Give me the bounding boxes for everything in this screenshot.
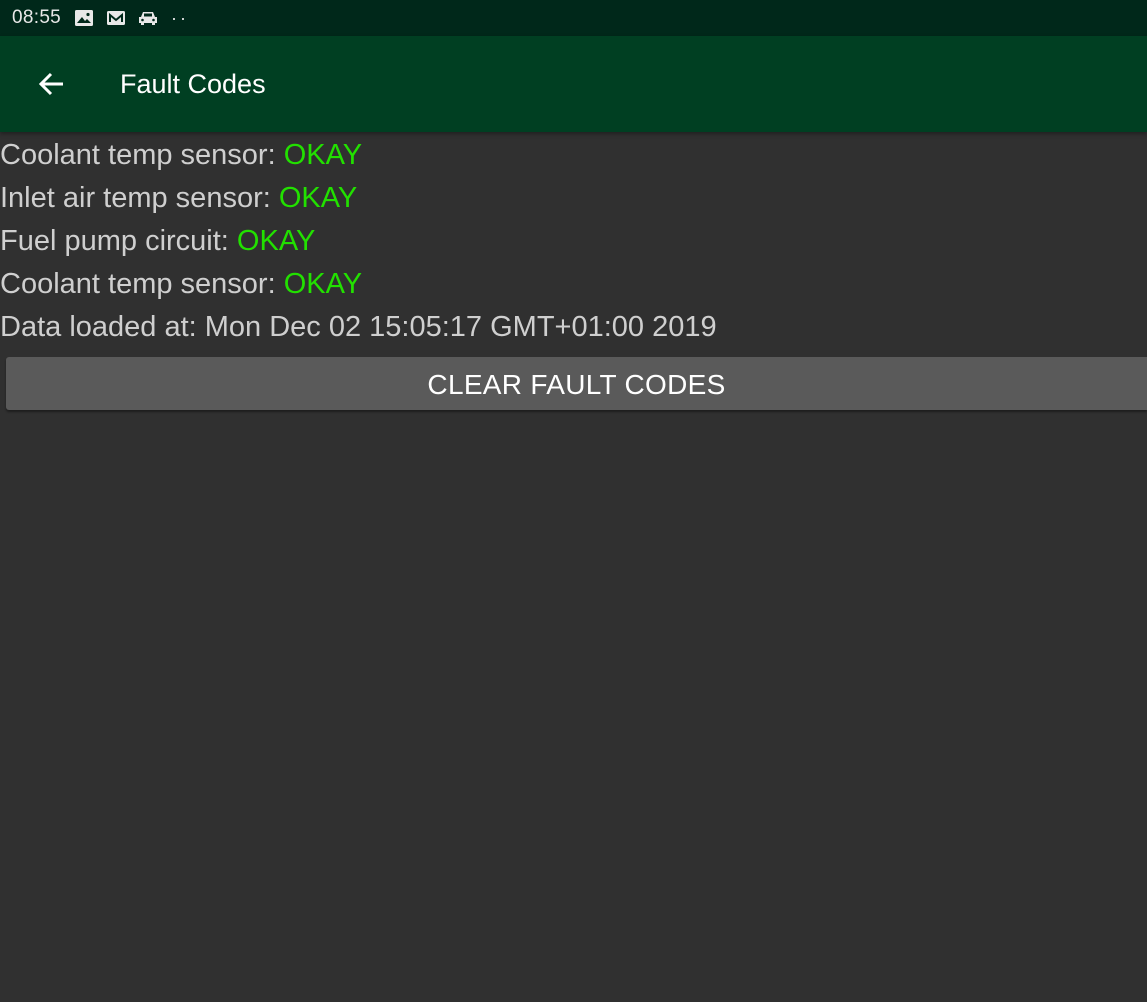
mail-icon <box>105 8 127 28</box>
more-notifications-icon: ·· <box>171 7 190 28</box>
image-icon <box>73 8 95 28</box>
car-icon <box>137 8 159 28</box>
app-bar: Fault Codes <box>0 36 1147 132</box>
fault-label: Fuel pump circuit: <box>0 225 237 257</box>
back-button[interactable] <box>30 64 74 104</box>
fault-label: Inlet air temp sensor: <box>0 182 279 214</box>
fault-label: Coolant temp sensor: <box>0 139 284 171</box>
fault-row: Coolant temp sensor: OKAY <box>0 134 1147 177</box>
clear-fault-codes-button[interactable]: CLEAR FAULT CODES <box>6 357 1147 410</box>
fault-row: Fuel pump circuit: OKAY <box>0 220 1147 263</box>
status-bar: 08:55 ·· <box>0 0 1147 36</box>
fault-row: Inlet air temp sensor: OKAY <box>0 177 1147 220</box>
fault-status: OKAY <box>283 268 363 300</box>
fault-label: Coolant temp sensor: <box>0 268 284 300</box>
fault-row: Coolant temp sensor: OKAY <box>0 263 1147 306</box>
page-title: Fault Codes <box>120 69 266 99</box>
status-time: 08:55 <box>12 7 62 28</box>
fault-status: OKAY <box>283 139 363 171</box>
fault-list: Coolant temp sensor: OKAY Inlet air temp… <box>0 134 1147 349</box>
fault-status: OKAY <box>236 225 316 257</box>
data-loaded-timestamp: Data loaded at: Mon Dec 02 15:05:17 GMT+… <box>0 311 717 343</box>
arrow-back-icon <box>38 72 63 96</box>
fault-status: OKAY <box>278 182 358 214</box>
